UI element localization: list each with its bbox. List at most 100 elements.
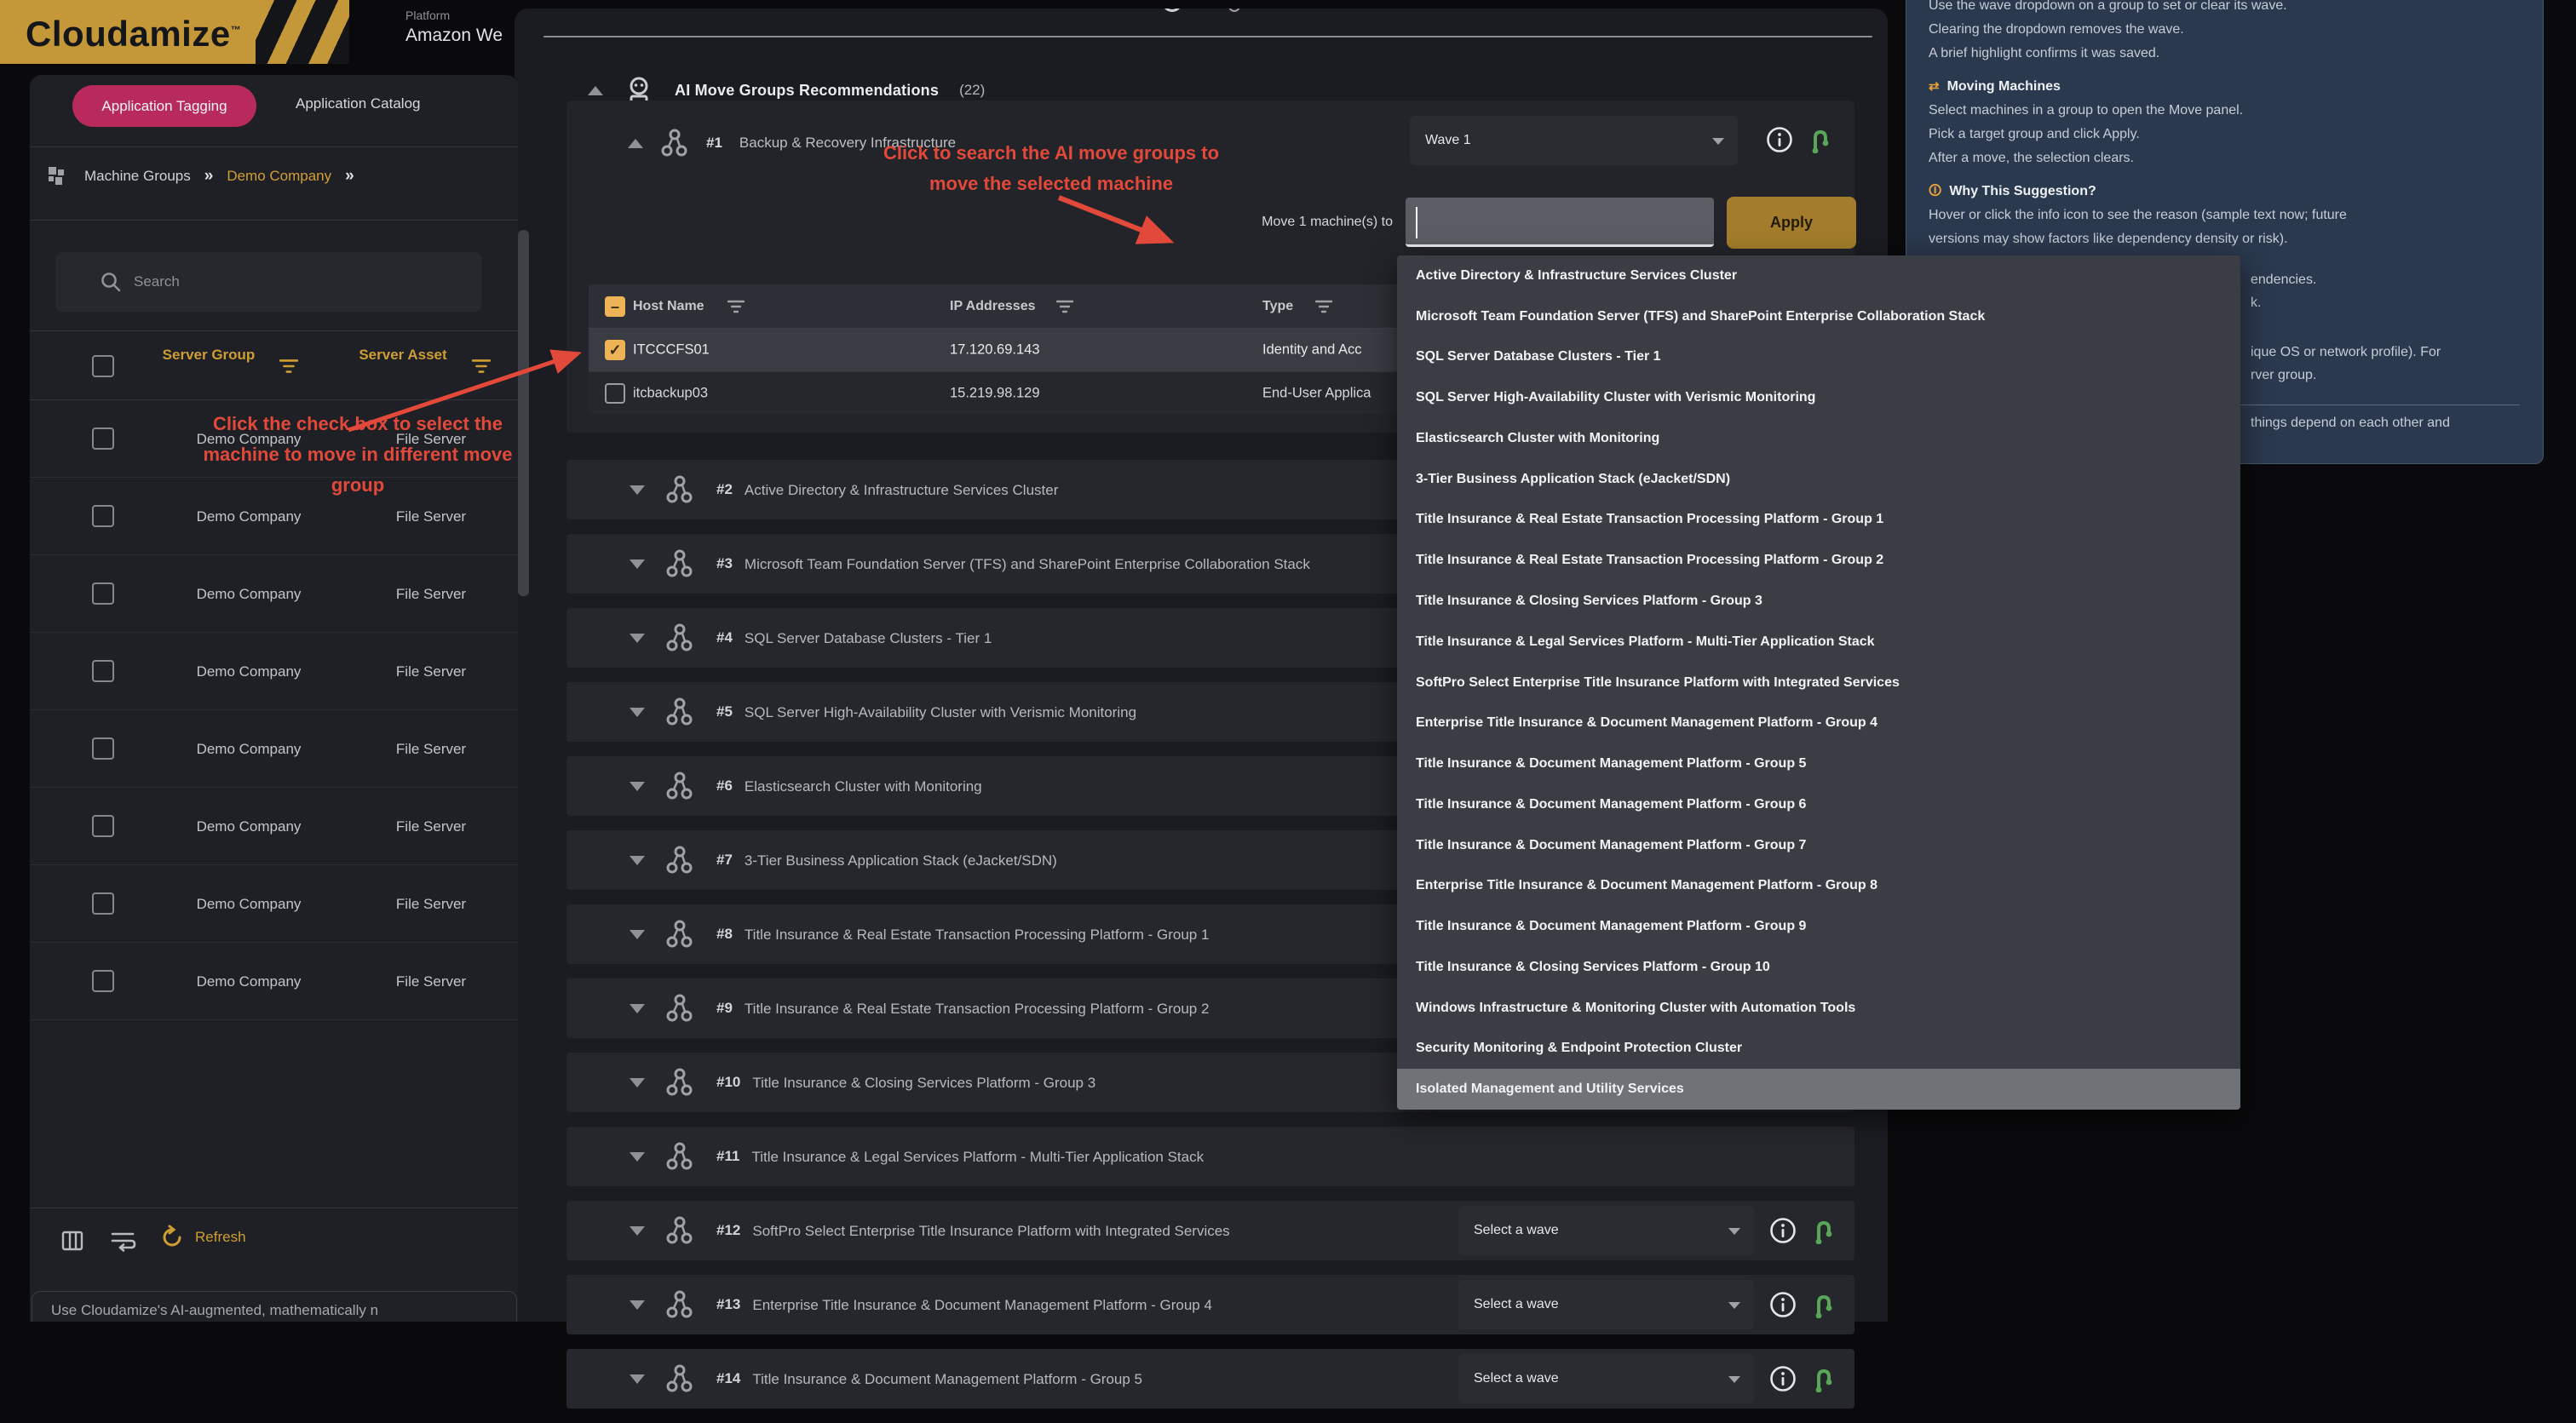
row-checkbox[interactable] <box>92 660 114 682</box>
expand-toggle-icon[interactable] <box>630 1152 645 1162</box>
dropdown-item[interactable]: Title Insurance & Document Management Pl… <box>1397 784 2240 825</box>
move-group-row[interactable]: #11 Title Insurance & Legal Services Pla… <box>566 1127 1854 1186</box>
group-title: 3-Tier Business Application Stack (eJack… <box>745 849 1057 872</box>
select-all-checkbox[interactable] <box>92 355 114 377</box>
dropdown-item[interactable]: Enterprise Title Insurance & Document Ma… <box>1397 865 2240 906</box>
column-host-name[interactable]: Host Name <box>633 299 704 314</box>
column-ip-addresses[interactable]: IP Addresses <box>950 299 1036 314</box>
dropdown-item[interactable]: SQL Server High-Availability Cluster wit… <box>1397 377 2240 418</box>
dropdown-item[interactable]: Isolated Management and Utility Services <box>1397 1069 2240 1110</box>
row-checkbox-checked[interactable]: ✓ <box>605 340 625 360</box>
row-checkbox[interactable] <box>92 737 114 760</box>
row-checkbox[interactable] <box>92 582 114 605</box>
server-row[interactable]: Demo Company File Server <box>30 788 518 865</box>
tab-application-catalog[interactable]: Application Catalog <box>296 95 420 112</box>
breadcrumb-separator: » <box>204 167 214 186</box>
server-row[interactable]: Demo Company File Server <box>30 943 518 1020</box>
dropdown-item[interactable]: Security Monitoring & Endpoint Protectio… <box>1397 1029 2240 1070</box>
breadcrumb-machine-groups[interactable]: Machine Groups <box>84 168 191 185</box>
info-icon[interactable] <box>1769 1217 1797 1244</box>
dropdown-item[interactable]: Title Insurance & Document Management Pl… <box>1397 825 2240 866</box>
column-type[interactable]: Type <box>1262 299 1293 314</box>
row-checkbox[interactable] <box>605 383 625 404</box>
server-row[interactable]: Demo Company File Server <box>30 710 518 788</box>
help-heading-why-suggestion: 🛈 Why This Suggestion? <box>1929 180 2521 204</box>
server-row[interactable]: Demo Company File Server <box>30 633 518 710</box>
expand-toggle-icon[interactable] <box>630 930 645 939</box>
search-input[interactable] <box>134 252 466 312</box>
dropdown-item[interactable]: 3-Tier Business Application Stack (eJack… <box>1397 459 2240 500</box>
column-server-group[interactable]: Server Group <box>149 345 268 365</box>
wave-select-group-1[interactable]: Wave 1 <box>1410 116 1738 165</box>
dropdown-item[interactable]: SoftPro Select Enterprise Title Insuranc… <box>1397 663 2240 703</box>
dropdown-item[interactable]: Elasticsearch Cluster with Monitoring <box>1397 418 2240 459</box>
expand-toggle-icon[interactable] <box>630 1374 645 1384</box>
wave-select[interactable]: Select a wave <box>1458 1206 1754 1255</box>
dropdown-item[interactable]: Enterprise Title Insurance & Document Ma… <box>1397 703 2240 743</box>
wrap-lines-icon[interactable] <box>111 1230 136 1252</box>
dropdown-item[interactable]: Microsoft Team Foundation Server (TFS) a… <box>1397 296 2240 337</box>
route-icon[interactable] <box>1812 1367 1836 1392</box>
group-number: #8 <box>716 926 733 943</box>
expand-toggle-icon[interactable] <box>630 708 645 717</box>
expand-toggle-icon[interactable] <box>630 856 645 865</box>
filter-icon[interactable] <box>471 359 492 374</box>
column-server-asset[interactable]: Server Asset <box>343 345 463 365</box>
filter-icon[interactable] <box>1055 300 1074 313</box>
apply-button[interactable]: Apply <box>1727 197 1856 249</box>
info-icon[interactable] <box>1766 126 1793 153</box>
dropdown-item[interactable]: Title Insurance & Real Estate Transactio… <box>1397 500 2240 541</box>
group-title: Enterprise Title Insurance & Document Ma… <box>752 1294 1212 1317</box>
info-icon[interactable] <box>1769 1365 1797 1392</box>
route-icon[interactable] <box>1812 1219 1836 1244</box>
dropdown-item[interactable]: Title Insurance & Real Estate Transactio… <box>1397 540 2240 581</box>
swap-arrows-icon: ⇄ <box>1929 75 1940 99</box>
move-group-row[interactable]: #13 Enterprise Title Insurance & Documen… <box>566 1275 1854 1334</box>
columns-icon[interactable] <box>61 1230 83 1252</box>
expand-toggle-icon[interactable] <box>630 485 645 495</box>
dropdown-item[interactable]: Title Insurance & Document Management Pl… <box>1397 906 2240 947</box>
annotation-search-note: Click to search the AI move groups to mo… <box>796 138 1307 199</box>
dropdown-item[interactable]: Title Insurance & Document Management Pl… <box>1397 743 2240 784</box>
breadcrumb-demo-company[interactable]: Demo Company <box>227 168 331 185</box>
move-group-row[interactable]: #12 SoftPro Select Enterprise Title Insu… <box>566 1201 1854 1260</box>
server-row[interactable]: Demo Company File Server <box>30 555 518 633</box>
help-text-fragment: endencies. <box>2251 273 2316 288</box>
server-row[interactable]: Demo Company File Server <box>30 865 518 943</box>
dropdown-item[interactable]: Active Directory & Infrastructure Servic… <box>1397 255 2240 296</box>
dropdown-item[interactable]: Title Insurance & Closing Services Platf… <box>1397 581 2240 622</box>
collapse-toggle-icon[interactable] <box>588 86 603 95</box>
expand-toggle-icon[interactable] <box>630 782 645 791</box>
wave-select[interactable]: Select a wave <box>1458 1280 1754 1329</box>
expand-toggle-icon[interactable] <box>630 634 645 643</box>
dropdown-item[interactable]: Windows Infrastructure & Monitoring Clus… <box>1397 988 2240 1029</box>
row-checkbox[interactable] <box>92 892 114 915</box>
refresh-button[interactable]: Refresh <box>159 1225 246 1250</box>
dropdown-item[interactable]: SQL Server Database Clusters - Tier 1 <box>1397 337 2240 378</box>
row-checkbox[interactable] <box>92 970 114 992</box>
sidebar-search[interactable] <box>55 252 481 312</box>
group-number: #10 <box>716 1074 740 1091</box>
expand-toggle-icon[interactable] <box>630 559 645 569</box>
info-icon[interactable] <box>1769 1291 1797 1318</box>
wave-select[interactable]: Select a wave <box>1458 1354 1754 1403</box>
filter-icon[interactable] <box>1314 300 1333 313</box>
filter-icon[interactable] <box>279 359 299 374</box>
row-checkbox[interactable] <box>92 815 114 837</box>
route-icon[interactable] <box>1808 128 1832 153</box>
expand-toggle-icon[interactable] <box>630 1226 645 1236</box>
expand-toggle-icon[interactable] <box>630 1300 645 1310</box>
expand-toggle-icon[interactable] <box>630 1078 645 1087</box>
row-checkbox[interactable] <box>92 505 114 527</box>
expand-toggle-icon[interactable] <box>630 1004 645 1013</box>
dropdown-item[interactable]: Title Insurance & Closing Services Platf… <box>1397 947 2240 988</box>
move-group-row[interactable]: #14 Title Insurance & Document Managemen… <box>566 1349 1854 1409</box>
move-group-search-input[interactable] <box>1406 198 1714 247</box>
route-icon[interactable] <box>1812 1293 1836 1318</box>
dropdown-item[interactable]: Title Insurance & Legal Services Platfor… <box>1397 622 2240 663</box>
collapse-toggle-icon[interactable] <box>628 139 643 148</box>
filter-icon[interactable] <box>727 300 745 313</box>
text-cursor <box>1416 207 1417 238</box>
tab-application-tagging[interactable]: Application Tagging <box>72 85 256 127</box>
select-all-checkbox[interactable]: – <box>605 296 625 317</box>
